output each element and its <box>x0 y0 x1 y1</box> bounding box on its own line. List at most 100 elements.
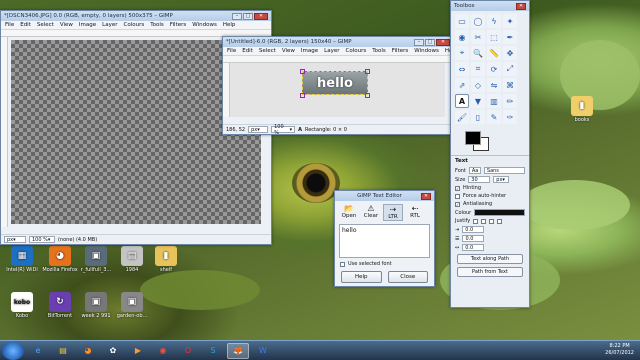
foreground-select-icon[interactable]: ⬚ <box>487 30 501 44</box>
desktop-icon[interactable]: kobo Kobo <box>2 292 42 319</box>
use-selected-font-checkbox[interactable] <box>340 261 345 267</box>
media-player-icon[interactable]: ▶ <box>127 343 149 359</box>
close-button[interactable]: ✕ <box>421 192 431 200</box>
text-along-path-button[interactable]: Text along Path <box>457 254 523 264</box>
shear-icon[interactable]: ⇗ <box>455 78 469 92</box>
desktop-icon[interactable]: ▣ week 2 991 <box>76 292 116 319</box>
justify-left-button[interactable] <box>473 218 479 224</box>
cage-icon[interactable]: ⌘ <box>503 78 517 92</box>
menu-filters[interactable]: Filters <box>170 22 187 28</box>
word-icon[interactable]: W <box>252 343 274 359</box>
hinting-checkbox[interactable]: ✓ <box>455 185 460 191</box>
text-icon[interactable]: A <box>455 94 469 108</box>
menu-edit[interactable]: Edit <box>20 22 31 28</box>
maximize-button[interactable]: □ <box>243 12 253 20</box>
help-button[interactable]: Help <box>341 271 382 283</box>
menu-view[interactable]: View <box>282 48 295 54</box>
menu-windows[interactable]: Windows <box>414 48 439 54</box>
bucket-fill-icon[interactable]: ▼ <box>471 94 485 108</box>
ellipse-select-icon[interactable]: ◯ <box>471 14 485 28</box>
scale-icon[interactable]: ⤢ <box>503 62 517 76</box>
firefox-icon[interactable]: ◕ <box>77 343 99 359</box>
image-canvas[interactable]: hello <box>230 63 445 117</box>
menu-layer[interactable]: Layer <box>102 22 117 28</box>
blend-icon[interactable]: ▥ <box>487 94 501 108</box>
unit-select[interactable]: px ▾ <box>248 126 269 133</box>
close-button[interactable]: ✕ <box>254 12 268 20</box>
window-titlebar[interactable]: *[DSCN3406.JPG] 0.0 (RGB, empty, 0 layer… <box>1 11 271 21</box>
clear-button[interactable]: ⚠ Clear <box>361 204 381 221</box>
justify-fill-button[interactable] <box>497 218 503 224</box>
font-input[interactable]: Sans <box>483 167 525 174</box>
close-dialog-button[interactable]: Close <box>387 271 428 283</box>
zoom-icon[interactable]: 🔍 <box>471 46 485 60</box>
size-input[interactable]: 30 <box>468 176 491 183</box>
maximize-button[interactable]: □ <box>425 38 435 46</box>
close-button[interactable]: ✕ <box>436 38 450 46</box>
minimize-button[interactable]: – <box>414 38 424 46</box>
desktop-icon[interactable]: ▮ books <box>562 96 602 123</box>
menu-file[interactable]: File <box>227 48 236 54</box>
menu-image[interactable]: Image <box>79 22 96 28</box>
open-button[interactable]: 📂 Open <box>339 204 359 221</box>
force-autohinter-checkbox[interactable] <box>455 193 460 199</box>
chrome-icon[interactable]: ◉ <box>152 343 174 359</box>
menu-select[interactable]: Select <box>259 48 276 54</box>
ink-icon[interactable]: ✑ <box>503 110 517 124</box>
explorer-icon[interactable]: ▤ <box>52 343 74 359</box>
colour-button[interactable] <box>474 209 525 216</box>
font-preview[interactable]: Aa <box>468 167 481 174</box>
picasa-icon[interactable]: ✿ <box>102 343 124 359</box>
justify-right-button[interactable] <box>481 218 487 224</box>
dialog-titlebar[interactable]: GIMP Text Editor ✕ <box>335 191 434 201</box>
scissors-icon[interactable]: ✂ <box>471 30 485 44</box>
justify-center-button[interactable] <box>489 218 495 224</box>
color-swatches[interactable] <box>457 129 523 153</box>
desktop-icon[interactable]: ▣ r_fullfull_3... <box>76 246 116 273</box>
color-picker-icon[interactable]: ⌖ <box>455 46 469 60</box>
ltr-button[interactable]: ⇢ LTR <box>383 204 403 221</box>
indent-input[interactable]: 0.0 <box>462 226 485 233</box>
antialiasing-checkbox[interactable]: ✓ <box>455 201 460 207</box>
unit-select[interactable]: px ▾ <box>4 236 26 243</box>
menu-tools[interactable]: Tools <box>372 48 386 54</box>
color-select-icon[interactable]: ◉ <box>455 30 469 44</box>
gimp-icon[interactable]: 🦊 <box>227 342 249 359</box>
move-icon[interactable]: ✥ <box>503 46 517 60</box>
skype-icon[interactable]: S <box>202 343 224 359</box>
paths-icon[interactable]: ✒ <box>503 30 517 44</box>
eraser-icon[interactable]: ▯ <box>471 110 485 124</box>
ie-icon[interactable]: e <box>27 343 49 359</box>
rtl-button[interactable]: ⇠ RTL <box>405 204 425 221</box>
fuzzy-select-icon[interactable]: ✦ <box>503 14 517 28</box>
menu-help[interactable]: Help <box>223 22 236 28</box>
minimize-button[interactable]: – <box>232 12 242 20</box>
menu-image[interactable]: Image <box>301 48 318 54</box>
path-from-text-button[interactable]: Path from Text <box>457 267 523 277</box>
menu-colours[interactable]: Colours <box>123 22 144 28</box>
menu-windows[interactable]: Windows <box>192 22 217 28</box>
zoom-select[interactable]: 100 % ▾ <box>271 124 296 136</box>
letter-spacing-input[interactable]: 0.0 <box>462 244 485 251</box>
zoom-select[interactable]: 100 % ▾ <box>29 236 55 243</box>
paintbrush-icon[interactable]: 🖌 <box>455 110 469 124</box>
text-layer[interactable]: hello <box>302 71 368 95</box>
airbrush-icon[interactable]: ✎ <box>487 110 501 124</box>
measure-icon[interactable]: 📏 <box>487 46 501 60</box>
menu-select[interactable]: Select <box>37 22 54 28</box>
desktop-icon[interactable]: ▮ shelf <box>146 246 186 273</box>
menu-colours[interactable]: Colours <box>345 48 366 54</box>
window-titlebar[interactable]: *[Untitled]-6.0 (RGB, 2 layers) 150x40 –… <box>223 37 453 47</box>
flip-icon[interactable]: ⇋ <box>487 78 501 92</box>
crop-icon[interactable]: ⌗ <box>471 62 485 76</box>
system-clock[interactable]: 8:22 PM 26/07/2012 <box>605 343 634 357</box>
pencil-icon[interactable]: ✏ <box>503 94 517 108</box>
desktop-icon[interactable]: ▦ Intel(R) WiDi <box>2 246 42 273</box>
size-unit-select[interactable]: px ▾ <box>493 176 510 183</box>
start-button[interactable] <box>2 341 24 360</box>
free-select-icon[interactable]: ϟ <box>487 14 501 28</box>
menu-layer[interactable]: Layer <box>324 48 339 54</box>
toolbox-titlebar[interactable]: Toolbox ✕ <box>451 1 529 11</box>
menu-view[interactable]: View <box>60 22 73 28</box>
align-icon[interactable]: ⇔ <box>455 62 469 76</box>
